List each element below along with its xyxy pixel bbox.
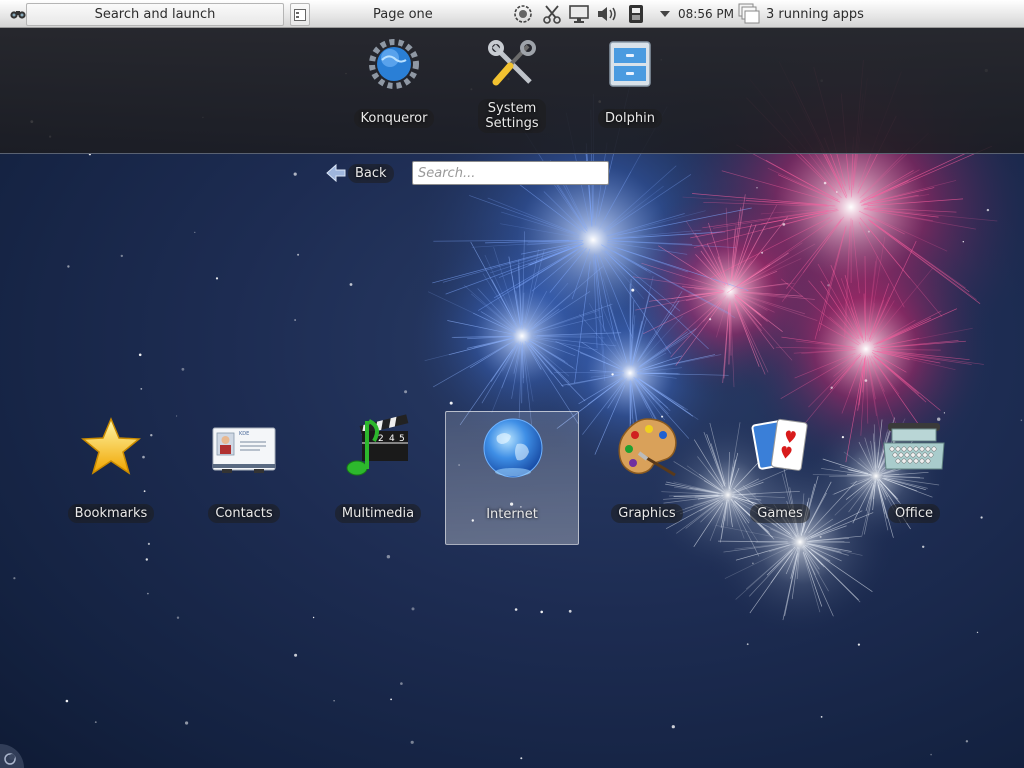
favorite-dolphin[interactable]: Dolphin [580,38,680,128]
back-button[interactable]: Back [326,163,394,183]
windows-icon[interactable] [737,2,761,26]
category-label: Games [750,504,810,523]
favorite-label: System Settings [478,99,546,133]
konqueror-icon [369,39,419,89]
contact-card-icon: KDE [212,427,276,473]
running-apps-label[interactable]: 3 running apps [766,7,864,22]
favorite-system-settings[interactable]: System Settings [462,38,562,133]
top-panel: Search and launch Page one 08:56 PM 3 ru… [0,0,1024,28]
category-multimedia[interactable]: 2 4 5 Multimedia [311,411,445,545]
favorite-label: Dolphin [598,109,662,128]
favorites-strip: Konqueror System Settings Dolphin [0,28,1024,154]
favorite-konqueror[interactable]: Konqueror [344,38,444,128]
category-bookmarks[interactable]: Bookmarks [44,411,178,545]
clapper-digit: 5 [399,434,405,444]
back-label: Back [348,163,394,183]
scissors-icon[interactable] [541,4,563,24]
category-label: Multimedia [334,504,422,523]
multimedia-icon: 2 4 5 [346,414,409,476]
category-internet[interactable]: Internet [445,411,579,545]
palette-icon [618,418,677,477]
page-title: Page one [373,7,433,22]
toolbox-icon[interactable] [0,738,30,768]
clapper-digit: 4 [389,434,395,444]
clapper-digit: 2 [378,434,384,444]
display-icon[interactable] [568,4,590,24]
typewriter-icon [883,423,945,470]
category-games[interactable]: Games [713,411,847,545]
favorite-label: Konqueror [353,109,435,128]
page-menu-icon [294,8,306,21]
star-icon [81,417,141,475]
clock[interactable]: 08:56 PM [678,7,734,21]
category-contacts[interactable]: KDE Contacts [177,411,311,545]
category-office[interactable]: Office [847,411,981,545]
printer-icon[interactable] [625,4,647,24]
category-label: Graphics [611,504,683,523]
globe-icon [483,418,543,478]
category-label: Internet [486,507,538,522]
volume-icon[interactable] [596,4,618,24]
dolphin-icon [609,41,651,87]
notifier-icon[interactable] [512,4,534,24]
category-label: Bookmarks [67,504,155,523]
tray-expand-icon[interactable] [655,4,675,24]
back-arrow-icon [326,164,346,182]
category-label: Office [888,504,940,523]
contact-card-text: KDE [239,431,249,437]
page-menu-button[interactable] [290,3,310,26]
playing-cards-icon [751,418,808,471]
category-label: Contacts [208,504,280,523]
search-input[interactable] [412,161,609,185]
category-graphics[interactable]: Graphics [580,411,714,545]
search-and-launch-button[interactable]: Search and launch [26,3,284,26]
binoculars-icon[interactable] [10,8,26,20]
system-settings-icon [488,40,536,86]
search-and-launch-label: Search and launch [94,7,216,22]
